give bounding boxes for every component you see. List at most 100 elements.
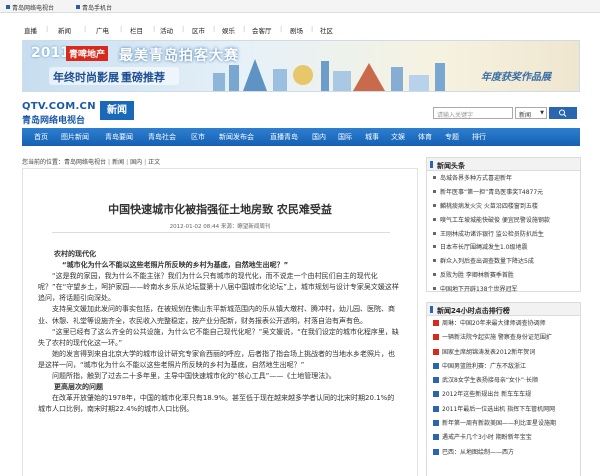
nav-international[interactable]: 国际 bbox=[338, 132, 352, 142]
mobile-icon bbox=[76, 5, 80, 9]
rank-badge-icon bbox=[433, 420, 439, 427]
breadcrumb: 您当前的位置：青岛网络电视台 | 新闻 | 国内 | 正文 bbox=[22, 159, 161, 166]
article-subheading: 农村的现代化 bbox=[54, 250, 96, 258]
nav-live-qingdao[interactable]: 直播青岛 bbox=[270, 132, 298, 142]
ranking-item[interactable]: 国家主席胡锦涛发表2012新年贺词 bbox=[433, 346, 580, 360]
rank-badge-icon bbox=[433, 320, 439, 326]
nav-culture[interactable]: 文娱 bbox=[391, 132, 405, 142]
breadcrumb-item[interactable]: 国内 bbox=[130, 159, 142, 166]
top-bar: 青岛网络电视台 青岛手机台 bbox=[0, 0, 600, 13]
logo-name: 青岛网络电视台 bbox=[22, 116, 86, 126]
top-link-mobile[interactable]: 青岛手机台 bbox=[76, 3, 112, 12]
ranking-item[interactable]: 2012年这些新规出台 新车车车规 bbox=[433, 388, 580, 402]
banner-sub-left: 年终时尚影展 bbox=[53, 71, 119, 84]
bullet-icon bbox=[433, 245, 436, 249]
nav-city-affairs[interactable]: 城事 bbox=[365, 132, 379, 142]
bullet-icon bbox=[433, 273, 436, 277]
rank-badge-icon bbox=[433, 377, 439, 384]
list-item[interactable]: 麟桃痰病发火灾 火苗沿四楼窗到五楼 bbox=[433, 200, 580, 214]
channel-community[interactable]: 社区 bbox=[320, 25, 333, 35]
channel-events[interactable]: 活动 bbox=[160, 25, 173, 35]
headlines-list: 岛城各界多种方式喜迎新年 新年医事“第一担”青岛医事奖T4877元 麟桃痰病发火… bbox=[427, 171, 580, 297]
article-paragraph: “这里已经有了这么齐全的公共设施，为什么它不能自己现代化呢？”吴文媛说，“在我们… bbox=[38, 327, 399, 347]
rank-badge-icon bbox=[433, 434, 439, 441]
article-body: 农村的现代化 “城市化为什么不能以这些老照片所反映的乡村为基底，自然地生出呢？”… bbox=[38, 249, 400, 415]
divider bbox=[52, 232, 390, 233]
nav-home[interactable]: 首页 bbox=[34, 132, 48, 142]
breadcrumb-item[interactable]: 青岛网络电视台 bbox=[64, 159, 106, 166]
channel-news[interactable]: 新闻 bbox=[58, 25, 71, 35]
logo-news-badge: 新闻 bbox=[100, 101, 134, 120]
ranking-item[interactable]: 武汉8女学生表扬接母亲“女仆”·长顺 bbox=[433, 374, 580, 388]
bullet-icon bbox=[433, 259, 436, 263]
bullet-icon bbox=[433, 217, 436, 221]
article-quote: “城市化为什么不能以这些老照片所反映的乡村为基底，自然地生出呢？” bbox=[62, 261, 289, 270]
list-item[interactable]: 嗅气工车坡城能快破俊 便宜民警设施钢款 bbox=[433, 214, 580, 228]
article-title: 中国快速城市化被指强征土地房致 农民难受益 bbox=[108, 203, 332, 216]
bullet-icon bbox=[433, 203, 436, 207]
article-meta: 2012-01-02 08:44 来源：瞭望新闻周刊 bbox=[169, 224, 271, 230]
nav-districts[interactable]: 区市 bbox=[191, 132, 205, 142]
nav-press-conference[interactable]: 新闻发布会 bbox=[219, 132, 254, 142]
nav-photo-news[interactable]: 图片新闻 bbox=[61, 132, 89, 142]
ranking-item[interactable]: 2011年最后一位选出机 指挥下车管机网网 bbox=[433, 403, 580, 417]
nav-sports[interactable]: 体育 bbox=[418, 132, 432, 142]
ranking-item[interactable]: 遇戒产卡几个3小时 期盼新年宝宝 bbox=[433, 431, 580, 445]
top-link-qtv[interactable]: 青岛网络电视台 bbox=[6, 3, 54, 12]
article-paragraph: “这是我的家园，我为什么不能主张？我们为什么只有城市的现代化，而不说走一个由村民… bbox=[38, 272, 399, 303]
bullet-icon bbox=[433, 231, 436, 235]
article-subheading: 更高层次的问题 bbox=[54, 383, 103, 392]
nav-ranking[interactable]: 排行 bbox=[472, 132, 486, 142]
article-paragraph: 在改革开放肇始的1978年，中国的城市化率只有18.9%。甚至低于现在越来越多学… bbox=[38, 394, 395, 414]
breadcrumb-current: 正文 bbox=[148, 159, 161, 166]
bullet-icon bbox=[433, 189, 436, 193]
ranking-item[interactable]: 巴西：从地图绘制——西方 bbox=[433, 446, 580, 460]
search-icon bbox=[559, 109, 567, 117]
list-item[interactable]: 中国地下开辟138个世界冠军 bbox=[433, 283, 580, 297]
channel-districts[interactable]: 区市 bbox=[192, 25, 205, 35]
channel-theater[interactable]: 剧场 bbox=[290, 25, 303, 35]
chevron-down-icon: ▼ bbox=[540, 110, 544, 116]
channel-broadcast[interactable]: 广电 bbox=[96, 25, 109, 35]
channel-live[interactable]: 直播 bbox=[24, 25, 37, 35]
channel-guest-room[interactable]: 会客厅 bbox=[252, 25, 272, 35]
ranking-item[interactable]: 中国男篮胜利赛：广东不敌浙江 bbox=[433, 360, 580, 374]
list-item[interactable]: 日本市长厅围绳减发生1.0级地震 bbox=[433, 241, 580, 255]
nav-domestic[interactable]: 国内 bbox=[312, 132, 326, 142]
search-category-select[interactable]: 新闻 ▼ bbox=[515, 107, 547, 119]
ranking-list: 周琳：中国20年来最大律师调查协调师 一辆新法院今起实施 警察查身份证范围扩 国… bbox=[427, 316, 580, 460]
rank-badge-icon bbox=[433, 448, 439, 455]
article-paragraph: 她的发言得到来自北京大学的城市设计研究专家俞西丽的呼应，后者指了指会场上挑战者的… bbox=[38, 349, 395, 369]
breadcrumb-item[interactable]: 新闻 bbox=[112, 159, 124, 166]
ranking-item[interactable]: 周琳：中国20年来最大律师调查协调师 bbox=[433, 317, 580, 331]
bullet-icon bbox=[433, 287, 436, 291]
city-skyline-illustration bbox=[213, 59, 445, 91]
article-paragraph: 支持吴文媛加此发问的事实包括，在被规划在佛山东平新城范围内的乐从镇大墩村、腾冲村… bbox=[38, 305, 395, 325]
banner-tag: 青啤地产 bbox=[66, 46, 109, 61]
nav-qingdao-news[interactable]: 青岛要闻 bbox=[105, 132, 133, 142]
list-item[interactable]: 王刚林成功诸诈银行 监公检员防扒后生 bbox=[433, 228, 580, 242]
logo-domain: QTV.COM.CN bbox=[22, 101, 96, 112]
list-item[interactable]: 岛城各界多种方式喜迎新年 bbox=[433, 172, 580, 186]
list-item[interactable]: 新年医事“第一担”青岛医事奖T4877元 bbox=[433, 186, 580, 200]
channel-columns[interactable]: 栏目 bbox=[130, 25, 143, 35]
article-paragraph: 问题所指，触到了过去二十多年里，主导中国快速城市化的“核心工具”——《土地管理法… bbox=[52, 372, 336, 381]
bullet-icon bbox=[433, 176, 436, 179]
search-button[interactable] bbox=[549, 107, 577, 119]
headlines-box: 新闻头条 岛城各界多种方式喜迎新年 新年医事“第一担”青岛医事奖T4877元 麟… bbox=[426, 157, 581, 293]
nav-special[interactable]: 专题 bbox=[445, 132, 459, 142]
ranking-item[interactable]: 一辆新法院今起实施 警察查身份证范围扩 bbox=[433, 331, 580, 345]
promo-banner[interactable]: 2011 青啤地产 最美青岛拍客大赛 年终时尚影展 重磅推荐 年度获奖作品展 bbox=[22, 40, 580, 92]
rank-badge-icon bbox=[433, 362, 439, 369]
list-item[interactable]: 反败为胜 李卿林新赛季首胜 bbox=[433, 269, 580, 283]
list-item[interactable]: 群众入列后查出调查数量下降达5成 bbox=[433, 255, 580, 269]
search-input[interactable]: 请输入关键字 bbox=[433, 107, 513, 119]
ranking-item[interactable]: 新年第一周有新款美国——利比亚星设施期 bbox=[433, 417, 580, 431]
tv-icon bbox=[6, 5, 10, 9]
site-logo[interactable]: QTV.COM.CN 青岛网络电视台 bbox=[22, 101, 96, 126]
nav-qingdao-society[interactable]: 青岛社会 bbox=[148, 132, 176, 142]
ranking-title: 新闻24小时点击排行榜 bbox=[437, 307, 510, 315]
headlines-title: 新闻头条 bbox=[437, 162, 465, 170]
channel-entertainment[interactable]: 娱乐 bbox=[222, 25, 235, 35]
main-nav: 首页 图片新闻 青岛要闻 青岛社会 区市 新闻发布会 直播青岛 国内 国际 城事… bbox=[22, 128, 580, 146]
